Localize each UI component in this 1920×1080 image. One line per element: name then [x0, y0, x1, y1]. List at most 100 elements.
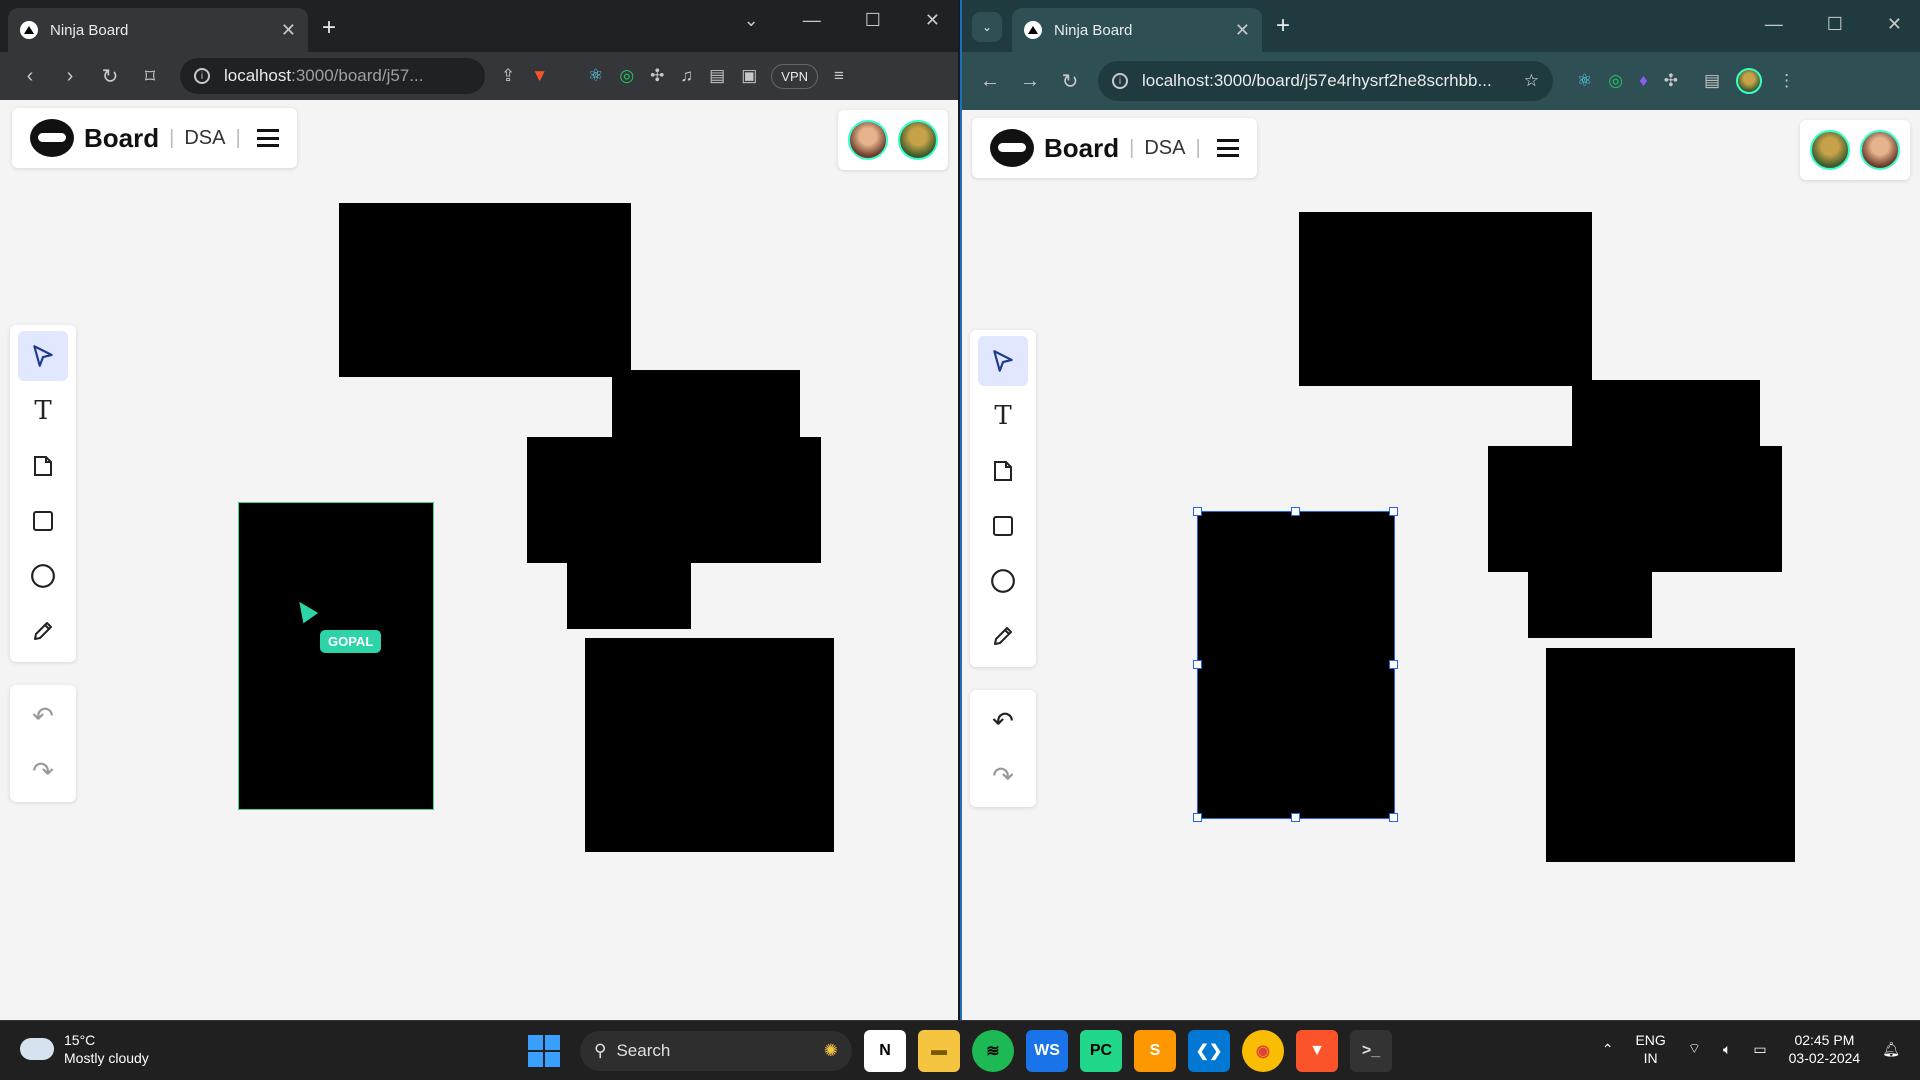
select-tool-button[interactable]	[18, 331, 68, 381]
tab-search-chevron-icon[interactable]: ⌄	[972, 12, 1002, 42]
reload-icon[interactable]: ↻	[90, 64, 130, 89]
redo-button[interactable]: ↷	[18, 746, 68, 796]
ellipse-tool-button[interactable]	[978, 556, 1028, 606]
minimize-icon[interactable]: —	[1765, 14, 1783, 35]
minimize-icon[interactable]: —	[803, 10, 821, 31]
clock[interactable]: 02:45 PM 03-02-2024	[1789, 1031, 1861, 1067]
ninja-logo-icon[interactable]	[990, 129, 1034, 167]
menu-icon[interactable]: ≡	[834, 66, 844, 86]
pycharm-icon[interactable]: PC	[1080, 1030, 1122, 1072]
sidebar-icon[interactable]: ▤	[709, 66, 725, 86]
tab-ninja-board[interactable]: Ninja Board ✕	[1012, 8, 1262, 52]
wallet-icon[interactable]: ▣	[741, 66, 757, 86]
close-tab-icon[interactable]: ✕	[1235, 20, 1250, 41]
notion-icon[interactable]: N	[864, 1030, 906, 1072]
webstorm-icon[interactable]: WS	[1026, 1030, 1068, 1072]
board-canvas[interactable]: Board | DSA | T	[0, 100, 958, 1020]
ninja-logo-icon[interactable]	[30, 119, 74, 157]
rectangle-shape[interactable]	[1299, 212, 1592, 386]
chrome-icon[interactable]: ◉	[1242, 1030, 1284, 1072]
terminal-icon[interactable]: >_	[1350, 1030, 1392, 1072]
resize-handle[interactable]	[1193, 660, 1202, 669]
site-info-icon[interactable]: i	[194, 68, 210, 84]
chevron-up-icon[interactable]: ⌃	[1602, 1041, 1614, 1058]
react-devtools-icon[interactable]: ⚛	[588, 66, 603, 86]
resize-handle[interactable]	[1291, 813, 1300, 822]
maximize-icon[interactable]: ☐	[865, 10, 881, 31]
windows-start-icon[interactable]	[528, 1035, 560, 1067]
rectangle-shape[interactable]	[1528, 528, 1652, 638]
maximize-icon[interactable]: ☐	[1827, 14, 1843, 35]
tab-ninja-board[interactable]: Ninja Board ✕	[8, 8, 308, 52]
resize-handle[interactable]	[1389, 813, 1398, 822]
language-indicator[interactable]: ENG IN	[1635, 1031, 1665, 1067]
close-icon[interactable]: ✕	[925, 10, 940, 31]
avatar[interactable]	[1860, 130, 1900, 170]
forward-icon[interactable]: →	[1010, 70, 1050, 93]
rectangle-tool-button[interactable]	[978, 501, 1028, 551]
music-icon[interactable]: ♫	[680, 66, 693, 86]
extension-flame-icon[interactable]: ♦	[1639, 71, 1648, 91]
extension-green-icon[interactable]: ◎	[1608, 71, 1623, 91]
site-info-icon[interactable]: i	[1112, 73, 1128, 89]
close-tab-icon[interactable]: ✕	[281, 20, 296, 41]
resize-handle[interactable]	[1193, 507, 1202, 516]
new-tab-icon[interactable]: +	[322, 14, 336, 42]
forward-icon[interactable]: ›	[50, 65, 90, 88]
new-tab-icon[interactable]: +	[1276, 12, 1290, 40]
rectangle-shape[interactable]	[1546, 648, 1795, 862]
rectangle-shape[interactable]	[585, 638, 834, 852]
spotify-icon[interactable]: ≋	[972, 1030, 1014, 1072]
board-name[interactable]: DSA	[1144, 137, 1185, 160]
extensions-puzzle-icon[interactable]: ✣	[1664, 71, 1678, 91]
chevron-down-icon[interactable]: ⌄	[744, 10, 759, 31]
resize-handle[interactable]	[1291, 507, 1300, 516]
vpn-button[interactable]: VPN	[771, 63, 819, 89]
text-tool-button[interactable]: T	[18, 386, 68, 436]
text-tool-button[interactable]: T	[978, 391, 1028, 441]
selected-rectangle-shape[interactable]	[238, 502, 434, 810]
address-bar[interactable]: i localhost:3000/board/j57...	[180, 58, 485, 94]
address-bar[interactable]: i localhost:3000/board/j57e4rhysrf2he8sc…	[1098, 61, 1553, 101]
redo-button[interactable]: ↷	[978, 751, 1028, 801]
ellipse-tool-button[interactable]	[18, 551, 68, 601]
reload-icon[interactable]: ↻	[1050, 69, 1090, 94]
resize-handle[interactable]	[1193, 813, 1202, 822]
taskbar-search[interactable]: ⚲ Search ✺	[580, 1031, 852, 1071]
undo-button[interactable]: ↶	[18, 691, 68, 741]
back-icon[interactable]: ‹	[10, 65, 50, 88]
kebab-menu-icon[interactable]: ⋮	[1778, 71, 1795, 91]
resize-handle[interactable]	[1389, 507, 1398, 516]
sidebar-icon[interactable]: ▤	[1704, 71, 1720, 91]
sticky-note-tool-button[interactable]	[978, 446, 1028, 496]
brave-shield-icon[interactable]: ▼	[531, 66, 548, 86]
board-name[interactable]: DSA	[184, 127, 225, 150]
react-devtools-icon[interactable]: ⚛	[1577, 71, 1592, 91]
sticky-note-tool-button[interactable]	[18, 441, 68, 491]
bookmark-icon[interactable]: ⌑	[130, 64, 170, 89]
share-icon[interactable]: ⇪	[501, 66, 515, 86]
avatar[interactable]	[898, 120, 938, 160]
rectangle-shape[interactable]	[339, 203, 631, 377]
brave-icon[interactable]: ▼	[1296, 1030, 1338, 1072]
back-icon[interactable]: ←	[970, 70, 1010, 93]
sublime-text-icon[interactable]: S	[1134, 1030, 1176, 1072]
close-icon[interactable]: ✕	[1887, 14, 1902, 35]
weather-widget[interactable]: 15°C Mostly cloudy	[16, 1031, 149, 1067]
extension-green-icon[interactable]: ◎	[619, 66, 634, 86]
undo-button[interactable]: ↶	[978, 696, 1028, 746]
select-tool-button[interactable]	[978, 336, 1028, 386]
profile-avatar[interactable]	[1736, 68, 1763, 94]
resize-handle[interactable]	[1389, 660, 1398, 669]
selected-rectangle-shape[interactable]	[1197, 511, 1395, 819]
file-explorer-icon[interactable]: ▬	[918, 1030, 960, 1072]
rectangle-tool-button[interactable]	[18, 496, 68, 546]
hamburger-menu-icon[interactable]	[256, 129, 279, 147]
avatar[interactable]	[848, 120, 888, 160]
extensions-puzzle-icon[interactable]: ✣	[650, 66, 664, 86]
avatar[interactable]	[1810, 130, 1850, 170]
hamburger-menu-icon[interactable]	[1216, 139, 1239, 157]
board-canvas[interactable]: Board | DSA | T	[962, 110, 1920, 1020]
volume-icon[interactable]: 🔈︎	[1723, 1041, 1731, 1058]
pencil-tool-button[interactable]	[18, 606, 68, 656]
